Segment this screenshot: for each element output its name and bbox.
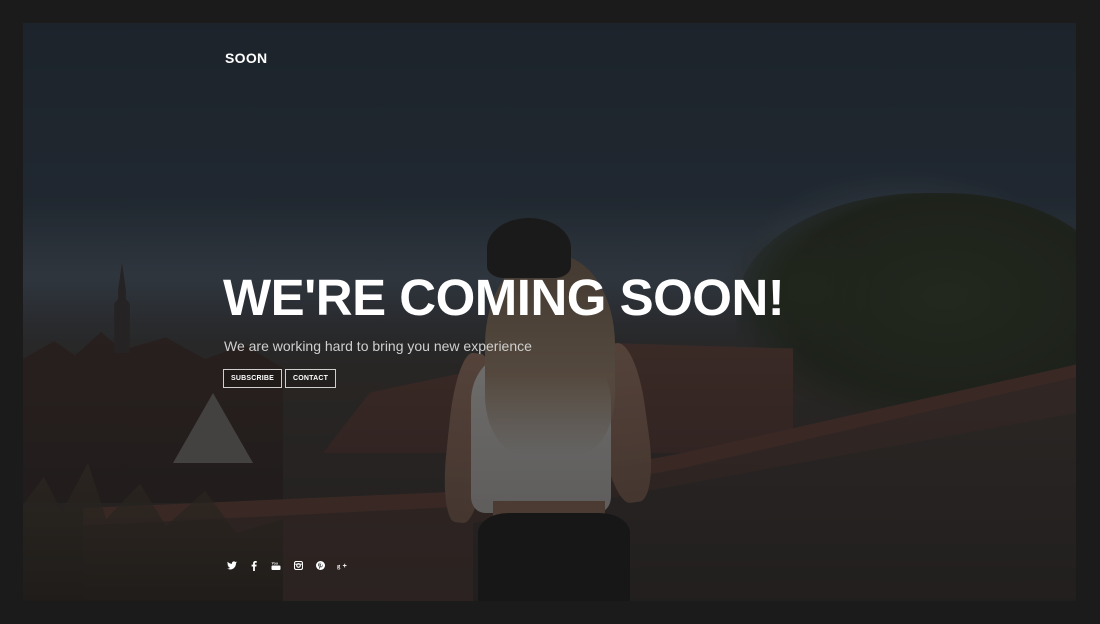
youtube-icon[interactable]: You	[271, 560, 281, 571]
social-links: You g	[227, 560, 347, 571]
page-title: WE'RE COMING SOON!	[223, 269, 785, 326]
contact-button[interactable]: CONTACT	[285, 369, 337, 388]
pinterest-icon[interactable]	[315, 560, 325, 571]
svg-text:You: You	[272, 561, 278, 565]
hero-section: SOON WE'RE COMING SOON! We are working h…	[23, 23, 1076, 601]
google-plus-icon[interactable]: g	[337, 560, 347, 571]
twitter-icon[interactable]	[227, 560, 237, 571]
subscribe-button[interactable]: SUBSCRIBE	[223, 369, 283, 388]
svg-text:g: g	[337, 563, 341, 570]
brand-logo[interactable]: SOON	[225, 50, 267, 66]
facebook-icon[interactable]	[249, 560, 259, 571]
action-buttons: SUBSCRIBE CONTACT	[223, 369, 337, 388]
page-subtitle: We are working hard to bring you new exp…	[224, 338, 532, 354]
instagram-icon[interactable]	[293, 560, 303, 571]
